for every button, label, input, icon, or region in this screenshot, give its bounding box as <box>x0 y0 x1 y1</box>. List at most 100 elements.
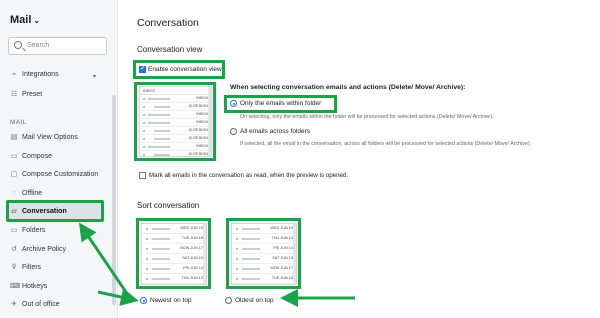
sidebar-item-preset[interactable]: ☷ Preset <box>10 89 42 101</box>
chevron-down-icon[interactable]: ▾ <box>93 73 96 80</box>
folder-icon: ▭ <box>10 227 18 234</box>
only-within-folder-label: Only the emails within folder <box>240 100 322 107</box>
row-bar <box>242 248 260 250</box>
sort-thumbnail-row: SAT JUN 15 <box>142 254 206 264</box>
row-bar <box>154 130 170 132</box>
row-bar <box>242 258 260 260</box>
mail-view-icon: ▤ <box>10 134 18 141</box>
row-dot <box>236 228 238 230</box>
thumbnail-row: INBOX <box>140 111 211 119</box>
row-date-label: SAT JUN 15 <box>272 256 293 260</box>
archive-icon: ↺ <box>11 246 17 253</box>
sidebar-scrollbar[interactable] <box>112 95 116 305</box>
app-title: Mail <box>10 14 32 26</box>
sidebar-item-label: Out of office <box>22 301 60 308</box>
row-date-label: MON JUN 17 <box>270 266 293 270</box>
row-dot <box>146 248 148 250</box>
row-dot <box>143 122 145 124</box>
row-date-label: THU JUN 13 <box>271 236 293 240</box>
chevron-down-icon: ⌄ <box>33 16 41 25</box>
sidebar-item-label: Compose <box>22 153 52 160</box>
sidebar-item-compose[interactable]: ▭ Compose <box>10 151 52 163</box>
thumbnail-row: INBOX <box>140 95 211 103</box>
only-within-folder-radio[interactable] <box>230 100 237 107</box>
all-emails-across-folders-radio[interactable] <box>230 128 237 135</box>
row-bar <box>242 238 260 240</box>
row-date-label: WED JUN 19 <box>270 226 293 230</box>
sort-thumbnail-row: THU JUN 13 <box>232 234 296 244</box>
filter-icon: ⊽ <box>11 264 17 271</box>
conversation-view-title: Conversation view <box>137 45 203 54</box>
search-icon <box>14 41 22 49</box>
row-date-label: TUE JUN 18 <box>181 236 203 240</box>
row-folder-label: INBOX <box>196 112 208 116</box>
conversation-preview-thumbnail: INBOX INBOX UI DESIGN INBOX INBOX UI DESIGN U… <box>139 86 212 157</box>
sidebar-item-filters[interactable]: ⊽ Filters <box>10 262 41 274</box>
oldest-on-top-radio[interactable] <box>225 297 232 304</box>
row-dot <box>143 106 145 108</box>
thumbnail-row: UI DESIGN <box>140 127 211 135</box>
row-dot <box>143 130 145 132</box>
thumbnail-scrollbar <box>293 224 296 284</box>
compose-icon: ▭ <box>10 153 18 160</box>
row-bar <box>152 248 170 250</box>
row-dot <box>236 248 238 250</box>
sidebar-item-label: Hotkeys <box>22 283 48 290</box>
row-dot <box>146 228 148 230</box>
row-folder-label: INBOX <box>196 96 208 100</box>
sidebar-item-offline[interactable]: ◌ Offline <box>10 188 42 200</box>
row-dot <box>143 154 145 156</box>
sidebar-item-label: Preset <box>22 91 43 98</box>
sidebar-item-label: Archive Policy <box>22 246 66 253</box>
row-bar <box>152 228 170 230</box>
newest-on-top-thumbnail: WED JUN 19 TUE JUN 18 MON JUN 17 SAT JUN 15… <box>141 223 207 285</box>
thumbnail-row: INBOX <box>140 119 211 127</box>
sidebar-item-hotkeys[interactable]: ⌨ Hotkeys <box>10 281 47 293</box>
selection-title: When selecting conversation emails and a… <box>230 84 466 91</box>
sort-thumbnail-row: WED JUN 19 <box>232 224 296 234</box>
row-date-label: WED JUN 19 <box>180 226 203 230</box>
sidebar-item-archive-policy[interactable]: ↺ Archive Policy <box>10 244 66 256</box>
sidebar-item-integrations[interactable]: ⌁ Integrations <box>10 69 59 81</box>
sidebar-item-out-of-office[interactable]: ✈ Out of office <box>10 299 60 311</box>
row-folder-label: UI DESIGN <box>188 128 208 132</box>
settings-main: Conversation Conversation view Enable co… <box>119 0 600 318</box>
thumbnail-row: UI DESIGN <box>140 103 211 111</box>
row-dot <box>146 238 148 240</box>
thumbnail-header: INBOX <box>140 87 211 95</box>
sidebar-item-mail-view-options[interactable]: ▤ Mail View Options <box>10 132 78 144</box>
enable-conversation-checkbox[interactable] <box>139 64 146 73</box>
row-dot <box>146 258 148 260</box>
app-switcher[interactable]: Mail ⌄ <box>10 14 40 26</box>
all-emails-across-folders-desc: If selected, all the email in the conver… <box>240 141 532 147</box>
row-bar <box>152 268 170 270</box>
row-bar <box>152 238 170 240</box>
search-input[interactable]: Search <box>8 37 107 55</box>
sidebar-item-label: Integrations <box>22 71 59 78</box>
row-bar <box>152 258 170 260</box>
row-dot <box>143 98 145 100</box>
row-bar <box>148 122 170 124</box>
row-dot <box>236 258 238 260</box>
thumbnail-row: INBOX <box>140 143 211 151</box>
sidebar-section-mail: MAIL <box>10 119 27 126</box>
thumbnail-row: UI DESIGN <box>140 135 211 143</box>
newest-on-top-radio[interactable] <box>140 297 147 304</box>
sidebar-item-compose-customization[interactable]: ▢ Compose Customization <box>10 169 99 181</box>
sidebar-item-folders[interactable]: ▭ Folders <box>10 225 46 237</box>
row-dot <box>143 146 145 148</box>
row-bar <box>152 278 170 280</box>
row-date-label: MON JUN 17 <box>180 246 203 250</box>
thumbnail-rows: INBOX UI DESIGN INBOX INBOX UI DESIGN UI DESI… <box>140 95 211 156</box>
sort-thumbnail-row: TUE JUN 18 <box>232 274 296 284</box>
hotkey-icon: ⌨ <box>10 283 21 290</box>
row-dot <box>236 268 238 270</box>
sidebar-item-label: Conversation <box>22 208 67 215</box>
row-bar <box>154 138 170 140</box>
oldest-rows: WED JUN 19 THU JUN 13 FRI JUN 14 SAT JUN 15… <box>232 224 296 284</box>
sidebar-item-label: Filters <box>22 264 42 271</box>
sidebar-item-conversation[interactable]: ▱ Conversation <box>10 206 67 218</box>
mark-read-checkbox[interactable] <box>139 172 146 179</box>
row-bar <box>242 278 260 280</box>
row-dot <box>236 238 238 240</box>
